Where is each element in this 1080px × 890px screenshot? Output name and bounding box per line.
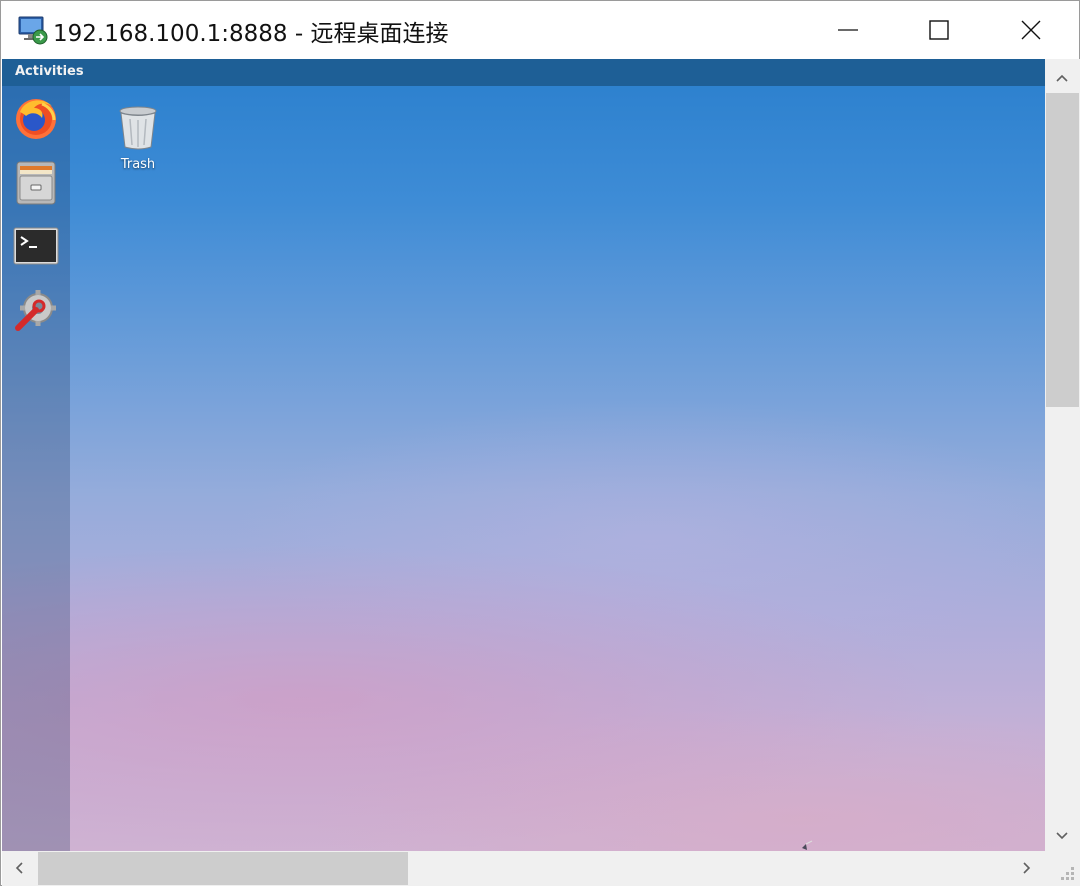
resize-grip[interactable] bbox=[1045, 851, 1080, 886]
trash-icon bbox=[116, 106, 160, 155]
firefox-icon bbox=[12, 99, 60, 146]
resize-grip-icon bbox=[1045, 867, 1080, 890]
dock-item-firefox[interactable] bbox=[12, 94, 60, 142]
horizontal-scrollbar[interactable] bbox=[2, 851, 1045, 886]
desktop-icon-label: Trash bbox=[120, 157, 156, 172]
chevron-right-icon bbox=[1023, 859, 1031, 878]
vertical-scrollbar[interactable] bbox=[1045, 59, 1080, 851]
maximize-button[interactable] bbox=[893, 1, 985, 59]
dock-item-settings[interactable] bbox=[12, 286, 60, 334]
horizontal-scroll-thumb[interactable] bbox=[38, 852, 408, 885]
settings-wrench-icon bbox=[12, 290, 60, 338]
terminal-icon bbox=[12, 227, 60, 274]
remote-desktop-icon bbox=[17, 14, 49, 46]
minimize-icon bbox=[837, 19, 859, 41]
chevron-left-icon bbox=[15, 859, 23, 878]
distant-bird-icon bbox=[800, 837, 814, 851]
remote-desktop-viewport[interactable]: Activities Trash bbox=[2, 59, 1045, 851]
chevron-down-icon bbox=[1056, 825, 1068, 844]
scroll-down-button[interactable] bbox=[1045, 817, 1079, 851]
remote-desktop-window: 192.168.100.1:8888 - 远程桌面连接 Activities T… bbox=[0, 0, 1080, 886]
file-cabinet-icon bbox=[12, 161, 60, 210]
scroll-right-button[interactable] bbox=[1010, 851, 1044, 885]
desktop-icon-trash[interactable]: Trash bbox=[106, 103, 170, 172]
scroll-up-button[interactable] bbox=[1045, 59, 1079, 93]
close-button[interactable] bbox=[985, 1, 1077, 59]
dock bbox=[2, 86, 70, 851]
window-title: 192.168.100.1:8888 - 远程桌面连接 bbox=[53, 21, 449, 47]
maximize-icon bbox=[928, 19, 950, 41]
dock-item-terminal[interactable] bbox=[12, 222, 60, 270]
close-icon bbox=[1020, 19, 1042, 41]
title-bar[interactable]: 192.168.100.1:8888 - 远程桌面连接 bbox=[1, 1, 1079, 59]
dock-item-files[interactable] bbox=[12, 158, 60, 206]
minimize-button[interactable] bbox=[802, 1, 894, 59]
chevron-up-icon bbox=[1056, 67, 1068, 86]
activities-button[interactable]: Activities bbox=[15, 64, 84, 79]
vertical-scroll-thumb[interactable] bbox=[1046, 93, 1079, 407]
gnome-top-bar: Activities bbox=[2, 59, 1045, 86]
scroll-left-button[interactable] bbox=[2, 851, 36, 885]
